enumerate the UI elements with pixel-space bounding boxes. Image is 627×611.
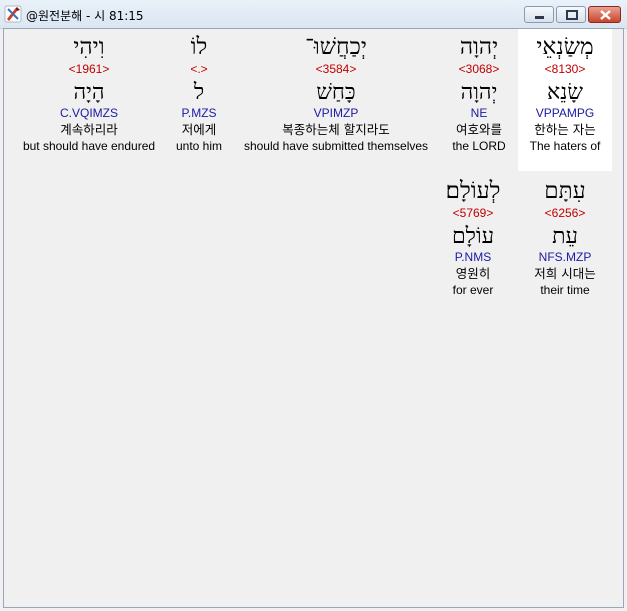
- korean-gloss: 계속하리라: [60, 122, 118, 137]
- strong-number[interactable]: <5769>: [430, 206, 516, 221]
- strong-number[interactable]: <8130>: [518, 62, 612, 77]
- hebrew-lemma: שָׂנֵא: [547, 80, 583, 105]
- hebrew-word: עִתָּם: [544, 178, 586, 204]
- english-gloss: unto him: [175, 139, 223, 153]
- word-cell[interactable]: יְכַחֲשׁוּ־ <3584> כָּחַשׁ VPIMZP 복종하는체 …: [234, 29, 438, 171]
- english-gloss: The haters of: [529, 139, 601, 153]
- hebrew-word: לוֹ: [190, 34, 208, 60]
- strong-number[interactable]: <3584>: [234, 62, 438, 77]
- morphology-code: P.NMS: [454, 250, 492, 264]
- word-cell[interactable]: וִיהִי <1961> הָיָה C.VQIMZS 계속하리라 but s…: [14, 29, 164, 171]
- strong-number[interactable]: <6256>: [518, 206, 612, 221]
- hebrew-lemma: ל: [193, 80, 205, 105]
- hebrew-word: מְשַׂנְאֵי: [536, 34, 594, 60]
- word-cell[interactable]: לְעוֹלָם׃ <5769> עוֹלָם P.NMS 영원히 for ev…: [430, 173, 516, 315]
- morphology-code: VPIMZP: [313, 106, 359, 120]
- hebrew-word: וִיהִי: [73, 34, 105, 60]
- title-bar: @원전분해 - 시 81:15: [0, 0, 627, 29]
- english-gloss: the LORD: [452, 139, 506, 153]
- strong-number[interactable]: <3068>: [440, 62, 518, 77]
- hebrew-lemma: עֵת: [552, 224, 578, 249]
- korean-gloss: 여호와를: [455, 122, 502, 137]
- hebrew-lemma: יְהוָה: [460, 80, 498, 105]
- word-cell[interactable]: לוֹ <.> ל P.MZS 저에게 unto him: [166, 29, 232, 171]
- maximize-button[interactable]: [556, 6, 586, 23]
- morphology-code: NFS.MZP: [538, 250, 592, 264]
- hebrew-lemma: עוֹלָם: [451, 224, 495, 249]
- morphology-code: P.MZS: [181, 106, 217, 120]
- morphology-code: C.VQIMZS: [59, 106, 118, 120]
- word-analysis-panel: מְשַׂנְאֵי <8130> שָׂנֵא VPPAMPG 한하는 자는 …: [3, 28, 624, 608]
- korean-gloss: 한하는 자는: [534, 122, 596, 137]
- korean-gloss: 저에게: [181, 122, 217, 137]
- hebrew-word: יְכַחֲשׁוּ־: [305, 34, 367, 60]
- morphology-code: NE: [470, 106, 488, 120]
- english-gloss: for ever: [452, 283, 494, 297]
- word-cell[interactable]: מְשַׂנְאֵי <8130> שָׂנֵא VPPAMPG 한하는 자는 …: [518, 29, 612, 171]
- english-gloss: but should have endured: [22, 139, 156, 153]
- english-gloss: their time: [540, 283, 590, 297]
- hebrew-lemma: כָּחַשׁ: [316, 80, 356, 105]
- korean-gloss: 저희 시대는: [534, 266, 596, 281]
- window-title: @원전분해 - 시 81:15: [26, 9, 144, 23]
- word-cell[interactable]: עִתָּם <6256> עֵת NFS.MZP 저희 시대는 their t…: [518, 173, 612, 315]
- close-icon: [600, 10, 611, 20]
- minimize-icon: [535, 16, 544, 19]
- korean-gloss: 복종하는체 할지라도: [282, 122, 390, 137]
- morphology-code: VPPAMPG: [535, 106, 595, 120]
- close-button[interactable]: [588, 6, 621, 23]
- korean-gloss: 영원히: [455, 266, 491, 281]
- minimize-button[interactable]: [524, 6, 554, 23]
- strong-number[interactable]: <.>: [166, 62, 232, 77]
- strong-number[interactable]: <1961>: [14, 62, 164, 77]
- tools-icon[interactable]: [4, 5, 22, 23]
- english-gloss: should have submitted themselves: [243, 139, 429, 153]
- hebrew-lemma: הָיָה: [73, 80, 105, 105]
- word-cell[interactable]: יְהוָה <3068> יְהוָה NE 여호와를 the LORD: [440, 29, 518, 171]
- hebrew-word: יְהוָה: [459, 34, 499, 60]
- maximize-icon: [566, 10, 578, 20]
- hebrew-word: לְעוֹלָם׃: [445, 178, 501, 204]
